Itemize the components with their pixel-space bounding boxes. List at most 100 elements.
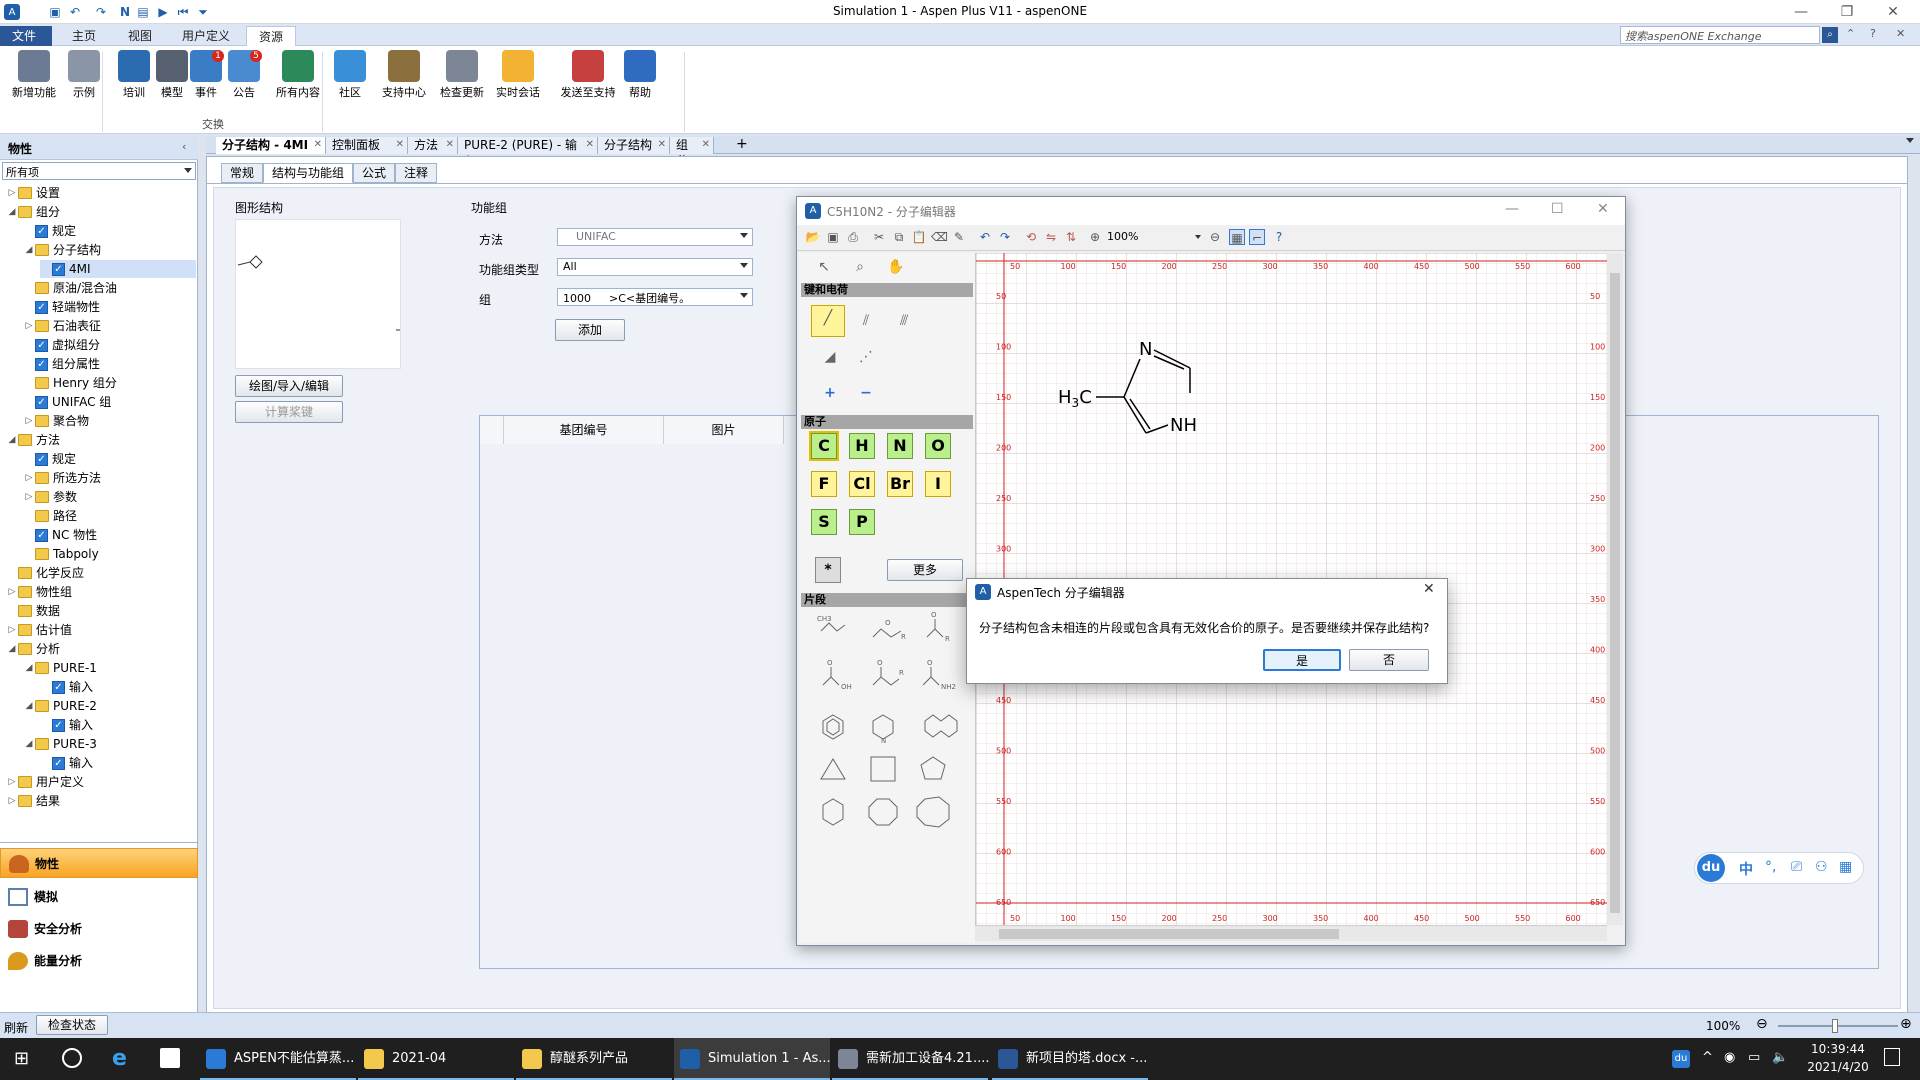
tree-item[interactable]: ✓ 组分属性 — [23, 355, 196, 373]
tree-expander-icon[interactable]: ◢ — [6, 203, 18, 221]
doc-tab-molecular-structure-4mi[interactable]: 分子结构 - 4MI ✕ — [216, 137, 326, 154]
copy-icon[interactable]: ⧉ — [891, 229, 907, 245]
tree-item[interactable]: ▷ 石油表征 — [23, 317, 196, 335]
ribbon-button-12[interactable]: 帮助 — [620, 50, 660, 110]
tree-expander-icon[interactable]: ◢ — [6, 431, 18, 449]
editor-minimize-icon[interactable]: — — [1505, 201, 1519, 217]
tray-wifi-icon[interactable]: ▭ — [1748, 1050, 1760, 1065]
method-select[interactable]: UNIFAC — [557, 228, 753, 246]
save-icon[interactable]: ▣ — [825, 229, 841, 245]
tree-item[interactable]: ✓ 4MI — [40, 260, 196, 278]
tray-network-app-icon[interactable]: ◉ — [1724, 1050, 1735, 1065]
close-tab-icon[interactable]: ✕ — [586, 137, 594, 153]
doc-tab-methods[interactable]: 方法 ✕ — [408, 137, 458, 154]
cut-icon[interactable]: ✂ — [871, 229, 887, 245]
column-header-group-number[interactable]: 基团编号 — [504, 416, 664, 444]
yes-button[interactable]: 是 — [1263, 649, 1341, 671]
editor-maximize-icon[interactable]: ☐ — [1551, 201, 1564, 217]
ruler-toggle-icon[interactable]: ⌐ — [1249, 229, 1265, 245]
tree-item[interactable]: ▷ 聚合物 — [23, 412, 196, 430]
clock-date[interactable]: 2021/4/20 — [1800, 1060, 1876, 1074]
tree-item[interactable]: 化学反应 — [6, 564, 196, 582]
new-tab-icon[interactable]: + — [736, 136, 748, 152]
tray-ime-icon[interactable]: du — [1672, 1050, 1690, 1068]
zoom-select[interactable]: 100% — [1107, 230, 1203, 246]
tree-item[interactable]: ✓ 规定 — [23, 450, 196, 468]
ribbon-button-8[interactable]: 支持中心 — [376, 50, 432, 110]
taskbar-item[interactable]: 需新加工设备4.21.... — [832, 1038, 989, 1080]
form-tab-comments[interactable]: 注释 — [395, 163, 438, 183]
ribbon-button-9[interactable]: 检查更新 — [434, 50, 490, 110]
collapse-nav-icon[interactable]: ‹ — [182, 140, 186, 153]
tree-expander-icon[interactable]: ▷ — [6, 184, 18, 202]
tree-expander-icon[interactable]: ▷ — [6, 773, 18, 791]
add-group-button[interactable]: 添加 — [555, 319, 625, 341]
tree-item[interactable]: ✓ 输入 — [40, 754, 196, 772]
tab-resources[interactable]: 资源 — [246, 26, 297, 46]
close-icon[interactable]: ✕ — [1870, 0, 1916, 24]
store-icon[interactable] — [160, 1048, 180, 1068]
tree-item[interactable]: ◢ 组分 — [6, 203, 196, 221]
nav-button-safety[interactable]: 安全分析 — [0, 914, 198, 944]
restore-icon[interactable]: ❐ — [1824, 0, 1870, 24]
group-select[interactable]: 1000 >C<基团编号。 — [557, 288, 753, 306]
grid-toggle-icon[interactable]: ▦ — [1229, 229, 1245, 245]
hash-bond-tool-icon[interactable]: ⋰ — [853, 345, 879, 371]
zoom-in-icon[interactable]: ⊕ — [1900, 1016, 1912, 1032]
ribbon-button-5[interactable]: 5 公告 — [222, 50, 266, 110]
notification-icon[interactable] — [1884, 1048, 1900, 1066]
flip-icon[interactable]: ⇋ — [1043, 229, 1059, 245]
tab-home[interactable]: 主页 — [60, 26, 108, 46]
magnify-tool-icon[interactable]: ⌕ — [847, 255, 873, 281]
status-refresh[interactable]: 刷新 — [4, 1019, 28, 1036]
ribbon-button-7[interactable]: 社区 — [328, 50, 372, 110]
tree-expander-icon[interactable]: ▷ — [23, 488, 35, 506]
tree-expander-icon[interactable]: ▷ — [23, 412, 35, 430]
nav-button-properties[interactable]: 物性 — [0, 848, 198, 878]
form-tab-formula[interactable]: 公式 — [353, 163, 396, 183]
tree-item[interactable]: 原油/混合油 — [23, 279, 196, 297]
tree-item[interactable]: ▷ 物性组 — [6, 583, 196, 601]
tab-customize[interactable]: 用户定义 — [170, 26, 242, 46]
close-tab-icon[interactable]: ✕ — [658, 137, 666, 153]
undo-icon[interactable]: ↶ — [977, 229, 993, 245]
zoom-out-icon[interactable]: ⊖ — [1756, 1016, 1768, 1032]
ime-punctuation-icon[interactable]: °, — [1765, 859, 1776, 875]
wedge-bond-tool-icon[interactable]: ◢ — [817, 345, 843, 371]
tray-volume-icon[interactable]: 🔈 — [1772, 1050, 1788, 1065]
form-tab-general[interactable]: 常规 — [221, 163, 264, 183]
tray-expand-icon[interactable]: ^ — [1702, 1050, 1713, 1065]
nav-button-simulation[interactable]: 模拟 — [0, 882, 198, 912]
tree-item[interactable]: ▷ 结果 — [6, 792, 196, 810]
more-atoms-button[interactable]: 更多 — [887, 559, 963, 581]
erase-icon[interactable]: ⌫ — [931, 229, 948, 245]
triple-bond-tool-icon[interactable]: ⫻ — [891, 309, 917, 335]
single-bond-tool-icon[interactable]: ╱ — [811, 305, 845, 337]
search-icon[interactable]: ⌕ — [1822, 27, 1838, 43]
tab-view[interactable]: 视图 — [116, 26, 164, 46]
open-icon[interactable]: 📂 — [805, 229, 821, 245]
atom-button[interactable]: P — [849, 509, 875, 535]
atom-button[interactable]: Br — [887, 471, 913, 497]
column-header-picture[interactable]: 图片 — [664, 416, 784, 444]
exchange-search-input[interactable]: 搜索aspenONE Exchange — [1620, 26, 1820, 44]
edge-browser-icon[interactable]: e — [112, 1046, 127, 1071]
tree-item[interactable]: ✓ NC 物性 — [23, 526, 196, 544]
taskbar-item[interactable]: 2021-04 — [358, 1038, 514, 1080]
tree-item[interactable]: ▷ 参数 — [23, 488, 196, 506]
tree-item[interactable]: ◢ 方法 — [6, 431, 196, 449]
no-button[interactable]: 否 — [1349, 649, 1429, 671]
atom-button[interactable]: O — [925, 433, 951, 459]
atom-button[interactable]: H — [849, 433, 875, 459]
windows-start-icon[interactable]: ⊞ — [14, 1050, 32, 1068]
group-type-select[interactable]: All — [557, 258, 753, 276]
vertical-scroll-thumb[interactable] — [1610, 273, 1620, 913]
atom-button[interactable]: I — [925, 471, 951, 497]
taskbar-item[interactable]: ASPEN不能估算蒸... — [200, 1038, 356, 1080]
select-tool-icon[interactable]: ↖ — [811, 255, 837, 281]
tab-list-icon[interactable] — [1906, 138, 1914, 143]
doc-tab-molecular-structure[interactable]: 分子结构 ✕ — [598, 137, 670, 154]
canvas-vertical-scrollbar[interactable] — [1607, 253, 1623, 925]
ime-user-icon[interactable]: ⚇ — [1815, 859, 1828, 875]
tree-expander-icon[interactable]: ▷ — [6, 621, 18, 639]
